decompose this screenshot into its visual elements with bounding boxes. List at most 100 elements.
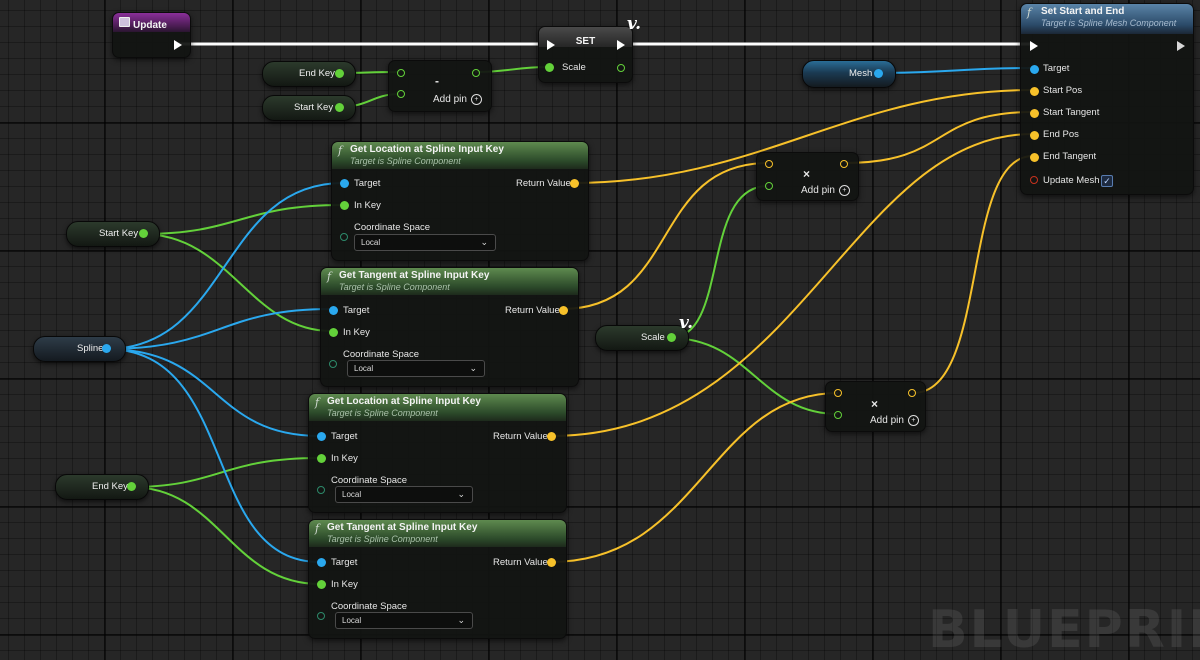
pin-label: Update Mesh <box>1043 175 1100 186</box>
coordinate-space-dropdown[interactable]: Local ⌄ <box>335 612 473 629</box>
object-wire <box>105 182 344 350</box>
function-icon: f <box>315 396 320 409</box>
vector-wire <box>561 162 769 310</box>
float-out-pin[interactable] <box>667 333 676 342</box>
get-location-node-1[interactable]: f Get Location at Spline Input Key Targe… <box>331 141 589 261</box>
vector-in-pin[interactable] <box>1030 109 1039 118</box>
float-in-pin[interactable] <box>397 90 405 98</box>
chevron-down-icon: ⌄ <box>457 489 465 499</box>
exec-in-pin[interactable] <box>547 40 555 50</box>
vector-in-pin[interactable] <box>765 160 773 168</box>
coordinate-space-dropdown[interactable]: Local ⌄ <box>347 360 485 377</box>
var-end-key-top[interactable]: End Key <box>262 61 356 87</box>
pin-label: In Key <box>331 453 358 464</box>
multiply-operator: × <box>871 397 879 411</box>
var-start-key-top[interactable]: Start Key <box>262 95 356 121</box>
vector-wire <box>844 111 1034 164</box>
subtract-node[interactable]: - Add pin + <box>388 60 492 112</box>
var-label: Scale <box>641 332 665 343</box>
update-mesh-checkbox[interactable]: ✓ <box>1101 175 1113 187</box>
node-subtitle: Target is Spline Component <box>350 156 461 166</box>
pin-label: In Key <box>343 327 370 338</box>
in-key-pin[interactable] <box>317 454 326 463</box>
float-in-pin[interactable] <box>765 182 773 190</box>
multiply-node-1[interactable]: × Add pin + <box>756 152 859 201</box>
float-out-pin[interactable] <box>139 229 148 238</box>
return-value-pin[interactable] <box>547 432 556 441</box>
vector-in-pin[interactable] <box>1030 153 1039 162</box>
float-out-pin[interactable] <box>127 482 136 491</box>
dropdown-value: Local <box>361 238 381 247</box>
node-subtitle: Target is Spline Mesh Component <box>1041 18 1177 28</box>
in-key-pin[interactable] <box>329 328 338 337</box>
target-pin[interactable] <box>1030 65 1039 74</box>
var-scale[interactable]: Scale <box>595 325 689 351</box>
event-header: Update <box>113 13 190 32</box>
float-out-pin[interactable] <box>617 64 625 72</box>
object-out-pin[interactable] <box>874 69 883 78</box>
dropdown-value: Local <box>342 616 362 625</box>
coordinate-space-dropdown[interactable]: Local ⌄ <box>354 234 496 251</box>
in-key-pin[interactable] <box>340 201 349 210</box>
float-out-pin[interactable] <box>472 69 480 77</box>
float-out-pin[interactable] <box>335 69 344 78</box>
vector-in-pin[interactable] <box>834 389 842 397</box>
coordinate-space-pin[interactable] <box>340 233 348 241</box>
target-pin[interactable] <box>329 306 338 315</box>
object-out-pin[interactable] <box>102 344 111 353</box>
add-pin-button[interactable]: Add pin + <box>801 185 850 196</box>
var-end-key[interactable]: End Key <box>55 474 149 500</box>
return-value-pin[interactable] <box>547 558 556 567</box>
float-in-pin[interactable] <box>834 411 842 419</box>
function-icon: f <box>1027 6 1032 19</box>
exec-in-pin[interactable] <box>1030 41 1038 51</box>
return-value-pin[interactable] <box>570 179 579 188</box>
exec-out-pin[interactable] <box>174 40 182 50</box>
multiply-operator: × <box>803 167 811 181</box>
vector-in-pin[interactable] <box>1030 87 1039 96</box>
coordinate-space-pin[interactable] <box>329 360 337 368</box>
target-pin[interactable] <box>317 432 326 441</box>
pin-label-scale: Scale <box>562 62 586 73</box>
add-pin-button[interactable]: Add pin + <box>870 415 919 426</box>
float-in-pin[interactable] <box>397 69 405 77</box>
function-icon: f <box>315 522 320 535</box>
get-location-node-2[interactable]: f Get Location at Spline Input Key Targe… <box>308 393 567 513</box>
event-update-node[interactable]: Update <box>112 12 191 58</box>
coordinate-space-dropdown[interactable]: Local ⌄ <box>335 486 473 503</box>
return-value-pin[interactable] <box>559 306 568 315</box>
vector-out-pin[interactable] <box>840 160 848 168</box>
bool-in-pin[interactable] <box>1030 176 1038 184</box>
var-mesh[interactable]: Mesh <box>802 60 896 88</box>
var-start-key[interactable]: Start Key <box>66 221 160 247</box>
vector-out-pin[interactable] <box>908 389 916 397</box>
set-start-and-end-node[interactable]: f Set Start and End Target is Spline Mes… <box>1020 3 1194 195</box>
get-tangent-node-1[interactable]: f Get Tangent at Spline Input Key Target… <box>320 267 579 387</box>
multiply-node-2[interactable]: × Add pin + <box>825 381 926 432</box>
add-pin-icon: + <box>470 94 482 105</box>
get-tangent-node-2[interactable]: f Get Tangent at Spline Input Key Target… <box>308 519 567 639</box>
in-key-pin[interactable] <box>317 580 326 589</box>
pin-label: Return Value <box>493 557 548 568</box>
vector-in-pin[interactable] <box>1030 131 1039 140</box>
var-spline[interactable]: Spline <box>33 336 126 362</box>
add-pin-button[interactable]: Add pin + <box>433 94 482 105</box>
variable-set-icon: v. <box>627 14 642 34</box>
exec-out-pin[interactable] <box>617 40 625 50</box>
object-wire <box>105 308 332 350</box>
exec-out-pin[interactable] <box>1177 41 1185 51</box>
target-pin[interactable] <box>317 558 326 567</box>
coordinate-space-pin[interactable] <box>317 612 325 620</box>
float-wire <box>129 457 321 488</box>
node-title: Get Tangent at Spline Input Key <box>327 522 478 533</box>
set-scale-node[interactable]: SET Scale <box>538 26 633 83</box>
float-in-pin[interactable] <box>545 63 554 72</box>
node-title: Set Start and End <box>1041 6 1125 17</box>
blueprint-watermark: BLUEPRINT <box>928 600 1200 660</box>
target-pin[interactable] <box>340 179 349 188</box>
coordinate-space-pin[interactable] <box>317 486 325 494</box>
var-label: End Key <box>92 481 128 492</box>
var-label: End Key <box>299 68 335 79</box>
float-out-pin[interactable] <box>335 103 344 112</box>
object-wire <box>876 67 1034 74</box>
